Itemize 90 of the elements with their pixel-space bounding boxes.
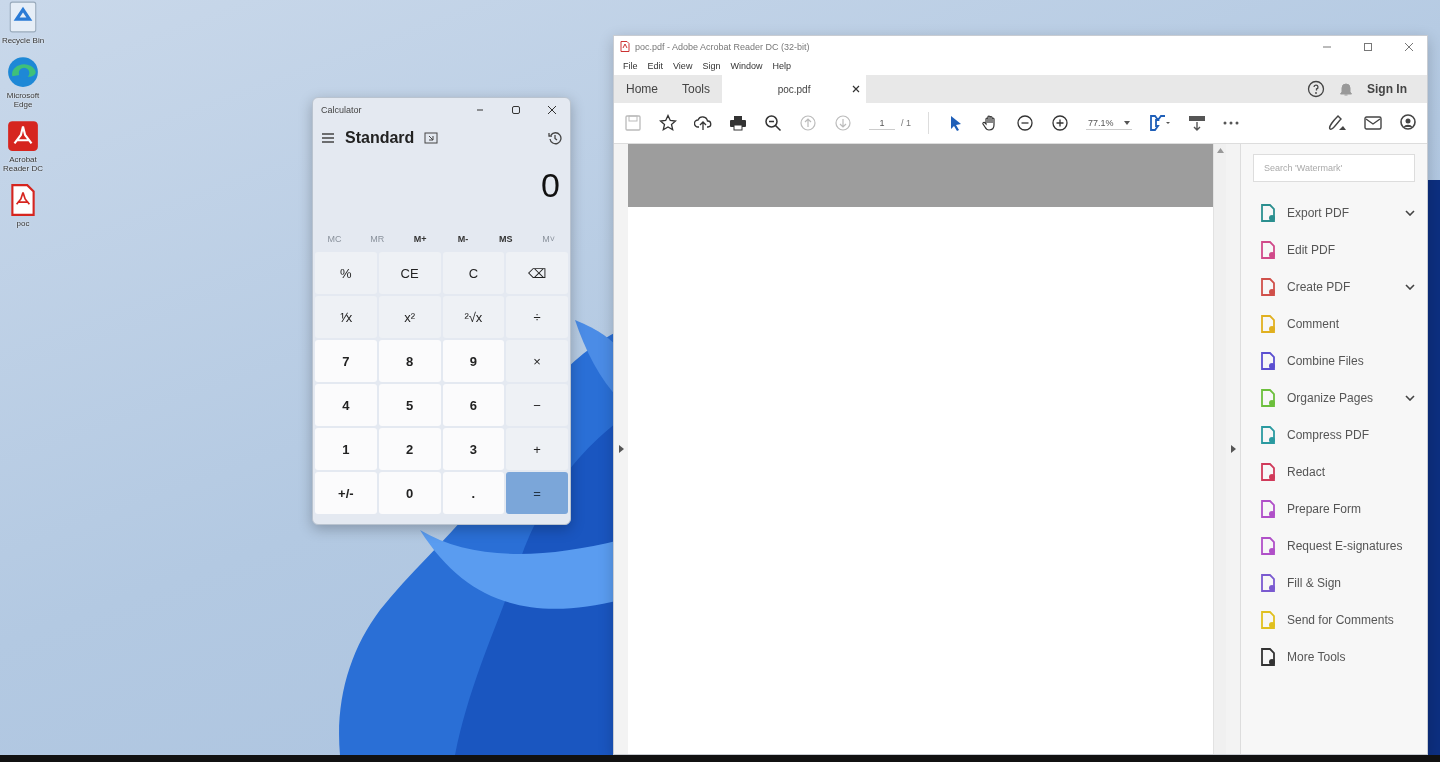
sign-in-button[interactable]: Sign In bbox=[1367, 82, 1407, 96]
window-title: Calculator bbox=[321, 105, 363, 115]
tool-item[interactable]: Create PDF bbox=[1253, 268, 1415, 305]
menu-item[interactable]: Sign bbox=[697, 61, 726, 71]
number-key[interactable]: 9 bbox=[442, 340, 505, 382]
memory-button[interactable]: MS bbox=[485, 232, 526, 246]
number-key[interactable]: . bbox=[442, 472, 505, 514]
page-total: / 1 bbox=[901, 118, 911, 128]
function-key[interactable]: CE bbox=[378, 252, 441, 294]
menu-item[interactable]: Edit bbox=[642, 61, 669, 71]
tool-item[interactable]: Prepare Form bbox=[1253, 490, 1415, 527]
window-title: poc.pdf - Adobe Acrobat Reader DC (32-bit) bbox=[635, 41, 811, 52]
expand-left-icon[interactable] bbox=[618, 445, 624, 453]
close-icon bbox=[546, 104, 558, 116]
function-key[interactable]: + bbox=[506, 428, 568, 470]
close-tab-icon[interactable] bbox=[852, 85, 861, 93]
function-key[interactable]: ²√x bbox=[442, 296, 505, 338]
number-key[interactable]: 2 bbox=[378, 428, 441, 470]
maximize-icon bbox=[1362, 40, 1374, 53]
desktop-icon-label[interactable]: Microsoft Edge bbox=[0, 91, 46, 109]
menu-item[interactable]: File bbox=[618, 61, 643, 71]
history-icon[interactable] bbox=[548, 131, 562, 145]
function-key[interactable]: ÷ bbox=[506, 296, 568, 338]
zoom-minus-icon[interactable] bbox=[1016, 114, 1034, 132]
calculator-display: 0 bbox=[541, 165, 561, 206]
function-key[interactable]: C bbox=[442, 252, 505, 294]
desktop-pdf-reader-icon[interactable] bbox=[6, 119, 40, 153]
function-key[interactable]: ⌫ bbox=[506, 252, 568, 294]
number-key[interactable]: 6 bbox=[442, 384, 505, 426]
document-tab[interactable]: poc.pdf bbox=[722, 75, 867, 103]
tool-item[interactable]: Redact bbox=[1253, 453, 1415, 490]
number-key[interactable]: +/- bbox=[315, 472, 377, 514]
function-key[interactable]: − bbox=[506, 384, 568, 426]
function-key[interactable]: % bbox=[315, 252, 377, 294]
zoom-dropdown[interactable]: 77.1% bbox=[1086, 116, 1132, 130]
tool-item[interactable]: Comment bbox=[1253, 305, 1415, 342]
number-key[interactable]: 8 bbox=[378, 340, 441, 382]
desktop-icon-label[interactable]: Acrobat Reader DC bbox=[0, 155, 46, 173]
tool-item[interactable]: Combine Files bbox=[1253, 342, 1415, 379]
collapse-right-icon[interactable] bbox=[1230, 445, 1236, 453]
chevron-down-icon[interactable] bbox=[1405, 394, 1415, 401]
memory-button[interactable]: M+ bbox=[400, 232, 441, 246]
more-icon[interactable] bbox=[1222, 121, 1239, 125]
cloud-upload-icon[interactable] bbox=[694, 114, 712, 132]
number-key[interactable]: 0 bbox=[378, 472, 441, 514]
keep-on-top-icon[interactable] bbox=[424, 132, 439, 144]
close-icon bbox=[1403, 40, 1415, 53]
scroll-mode-icon[interactable] bbox=[1187, 114, 1206, 132]
number-key[interactable]: 4 bbox=[315, 384, 377, 426]
zoom-out-icon[interactable] bbox=[764, 114, 782, 132]
memory-button[interactable]: M- bbox=[442, 232, 483, 246]
menu-item[interactable]: Window bbox=[725, 61, 768, 71]
mail-icon[interactable] bbox=[1364, 116, 1382, 130]
tool-item[interactable]: Edit PDF bbox=[1253, 231, 1415, 268]
caret-icon bbox=[1123, 120, 1130, 125]
number-key[interactable]: 7 bbox=[315, 340, 377, 382]
number-key[interactable]: 5 bbox=[378, 384, 441, 426]
desktop-icon-label[interactable]: poc bbox=[16, 219, 30, 228]
tool-item[interactable]: Fill & Sign bbox=[1253, 564, 1415, 601]
pdf-file-icon bbox=[620, 41, 630, 52]
menu-icon[interactable] bbox=[321, 132, 335, 144]
tool-item[interactable]: More Tools bbox=[1253, 638, 1415, 675]
tool-item[interactable]: Export PDF bbox=[1253, 194, 1415, 231]
tool-item[interactable]: Send for Comments bbox=[1253, 601, 1415, 638]
pen-sign-icon[interactable] bbox=[1327, 114, 1347, 132]
chevron-down-icon[interactable] bbox=[1405, 283, 1415, 290]
menu-item[interactable]: View bbox=[668, 61, 698, 71]
tool-item[interactable]: Request E-signatures bbox=[1253, 527, 1415, 564]
account-icon[interactable] bbox=[1399, 114, 1417, 132]
printer-icon[interactable] bbox=[729, 114, 747, 132]
equals-key[interactable]: = bbox=[506, 472, 568, 514]
menu-item[interactable]: Help bbox=[767, 61, 796, 71]
help-icon[interactable] bbox=[1307, 80, 1325, 98]
function-key[interactable]: x² bbox=[378, 296, 441, 338]
number-key[interactable]: 3 bbox=[442, 428, 505, 470]
star-icon[interactable] bbox=[659, 114, 677, 132]
tool-item[interactable]: Organize Pages bbox=[1253, 379, 1415, 416]
fit-page-icon[interactable] bbox=[1148, 114, 1171, 132]
search-field[interactable]: Search 'Watermark' bbox=[1253, 154, 1415, 182]
desktop-browser-icon[interactable] bbox=[6, 55, 40, 89]
number-key[interactable]: 1 bbox=[315, 428, 377, 470]
zoom-plus-icon[interactable] bbox=[1051, 114, 1069, 132]
function-key[interactable]: × bbox=[506, 340, 568, 382]
tool-item[interactable]: Compress PDF bbox=[1253, 416, 1415, 453]
chevron-down-icon[interactable] bbox=[1405, 209, 1415, 216]
calculator-mode-title: Standard bbox=[345, 129, 415, 147]
function-key[interactable]: ⅟x bbox=[315, 296, 377, 338]
page-number-field[interactable]: 1 bbox=[869, 116, 895, 130]
desktop-icon-label[interactable]: Recycle Bin bbox=[1, 36, 45, 45]
maximize-icon bbox=[510, 104, 522, 116]
